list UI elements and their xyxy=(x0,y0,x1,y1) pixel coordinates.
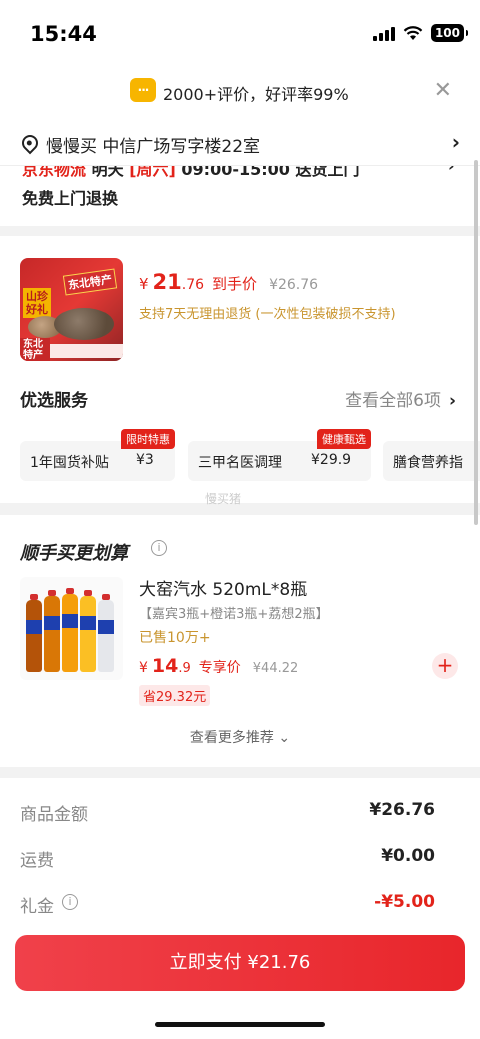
product-price: ¥ 21 .76 到手价 ¥26.76 xyxy=(139,270,318,294)
price-integer: 14 xyxy=(151,655,179,677)
summary-label: 运费 xyxy=(20,851,54,871)
summary-label: 礼金 xyxy=(20,897,54,917)
bundle-sold: 已售10万+ xyxy=(139,630,211,646)
bundle-card: 顺手买更划算 i 大窑汽水 520mL*8瓶 【嘉宾3瓶+橙诺3瓶+荔想2瓶】 … xyxy=(0,515,480,767)
address-bar[interactable]: 慢慢买 中信广场写字楼22室 › xyxy=(0,120,480,166)
service-badge: 限时特惠 xyxy=(121,429,175,449)
info-icon[interactable]: i xyxy=(62,894,78,910)
more-recommendations[interactable]: 查看更多推荐 ⌄ xyxy=(0,727,480,747)
bundle-thumbnail[interactable] xyxy=(20,577,123,680)
bottle-image xyxy=(98,594,114,672)
message-bubble-icon: ··· xyxy=(130,78,156,102)
status-time: 15:44 xyxy=(30,22,97,46)
bottle-image xyxy=(62,588,78,672)
chevron-right-icon: › xyxy=(451,130,460,154)
services-row: 限时特惠 1年囤货补贴 ¥3 健康甄选 三甲名医调理 ¥29.9 膳食营养指 xyxy=(20,429,480,481)
service-name: 膳食营养指 xyxy=(393,455,463,471)
thumb-badge: 山珍好礼 xyxy=(23,288,51,318)
order-summary: 商品金额 ¥26.76 运费 ¥0.00 礼金 i -¥5.00 立即支付 ¥2… xyxy=(0,778,480,1039)
service-option[interactable]: 健康甄选 三甲名医调理 ¥29.9 xyxy=(188,429,371,481)
checkout-page: 15:44 100 ··· 2000+评价，好评率99% ✕ 京东物流 明天 [… xyxy=(0,0,480,1039)
home-indicator[interactable] xyxy=(155,1022,325,1027)
watermark: 慢买猪 xyxy=(205,492,242,506)
summary-value: ¥0.00 xyxy=(381,846,435,866)
original-price: ¥26.76 xyxy=(269,277,319,293)
service-price: ¥29.9 xyxy=(311,452,352,468)
service-name: 三甲名医调理 xyxy=(198,455,282,471)
thumb-mushroom-image xyxy=(54,308,114,340)
pay-now-button[interactable]: 立即支付 ¥21.76 xyxy=(15,935,465,991)
summary-value: ¥26.76 xyxy=(369,800,435,820)
view-all-label: 查看全部6项 xyxy=(345,391,441,411)
currency-symbol: ¥ xyxy=(139,275,149,293)
service-name: 1年囤货补贴 xyxy=(30,455,109,471)
service-option[interactable]: 限时特惠 1年囤货补贴 ¥3 xyxy=(20,429,175,481)
price-tag: 专享价 xyxy=(198,660,241,676)
rating-text: 2000+评价，好评率99% xyxy=(163,85,349,104)
service-option[interactable]: 膳食营养指 xyxy=(383,441,480,481)
info-icon[interactable]: i xyxy=(151,540,167,556)
chevron-right-icon: › xyxy=(448,391,456,411)
price-tag: 到手价 xyxy=(212,275,258,293)
services-title: 优选服务 xyxy=(20,391,88,411)
bundle-title: 顺手买更划算 xyxy=(20,543,128,564)
price-decimal: .76 xyxy=(181,277,205,293)
rating-header: ··· 2000+评价，好评率99% ✕ xyxy=(0,68,480,120)
bottle-image xyxy=(44,590,60,672)
price-integer: 21 xyxy=(152,270,182,294)
bottle-image xyxy=(80,590,96,672)
product-card: 山珍好礼 东北特产 东北特产 ¥ 21 .76 到手价 ¥26.76 支持7天无… xyxy=(0,236,480,506)
bottle-image xyxy=(26,594,42,672)
thumb-title: 东北特产 xyxy=(62,268,118,296)
view-all-services[interactable]: 查看全部6项 › xyxy=(345,386,456,411)
status-bar: 15:44 100 xyxy=(0,0,480,68)
summary-label: 商品金额 xyxy=(20,805,88,825)
original-price: ¥44.22 xyxy=(252,661,299,676)
product-thumbnail[interactable]: 山珍好礼 东北特产 东北特产 xyxy=(20,258,123,361)
return-policy: 免费上门退换 xyxy=(22,189,119,208)
close-icon[interactable]: ✕ xyxy=(434,78,452,103)
plus-icon[interactable]: + xyxy=(432,653,458,679)
service-badge: 健康甄选 xyxy=(317,429,371,449)
scrollbar[interactable] xyxy=(474,160,478,525)
location-pin-icon xyxy=(18,131,42,155)
price-decimal: .9 xyxy=(178,661,191,676)
bundle-name[interactable]: 大窑汽水 520mL*8瓶 xyxy=(139,575,307,600)
service-price: ¥3 xyxy=(136,452,154,468)
address-text: 慢慢买 中信广场写字楼22室 xyxy=(46,137,261,157)
battery-icon: 100 xyxy=(430,24,469,42)
summary-value: -¥5.00 xyxy=(374,892,435,912)
currency-symbol: ¥ xyxy=(139,660,148,676)
wifi-icon xyxy=(403,25,423,40)
signal-icon xyxy=(372,25,395,41)
savings-badge: 省29.32元 xyxy=(139,685,211,706)
bundle-spec: 【嘉宾3瓶+橙诺3瓶+荔想2瓶】 xyxy=(139,607,329,622)
status-icons: 100 xyxy=(372,24,469,42)
thumb-strip xyxy=(50,344,123,358)
bundle-price: ¥ 14 .9 专享价 ¥44.22 xyxy=(139,655,298,677)
thumb-corner-label: 东北特产 xyxy=(20,338,50,361)
return-note: 支持7天无理由退货 (一次性包装破损不支持) xyxy=(139,307,396,322)
